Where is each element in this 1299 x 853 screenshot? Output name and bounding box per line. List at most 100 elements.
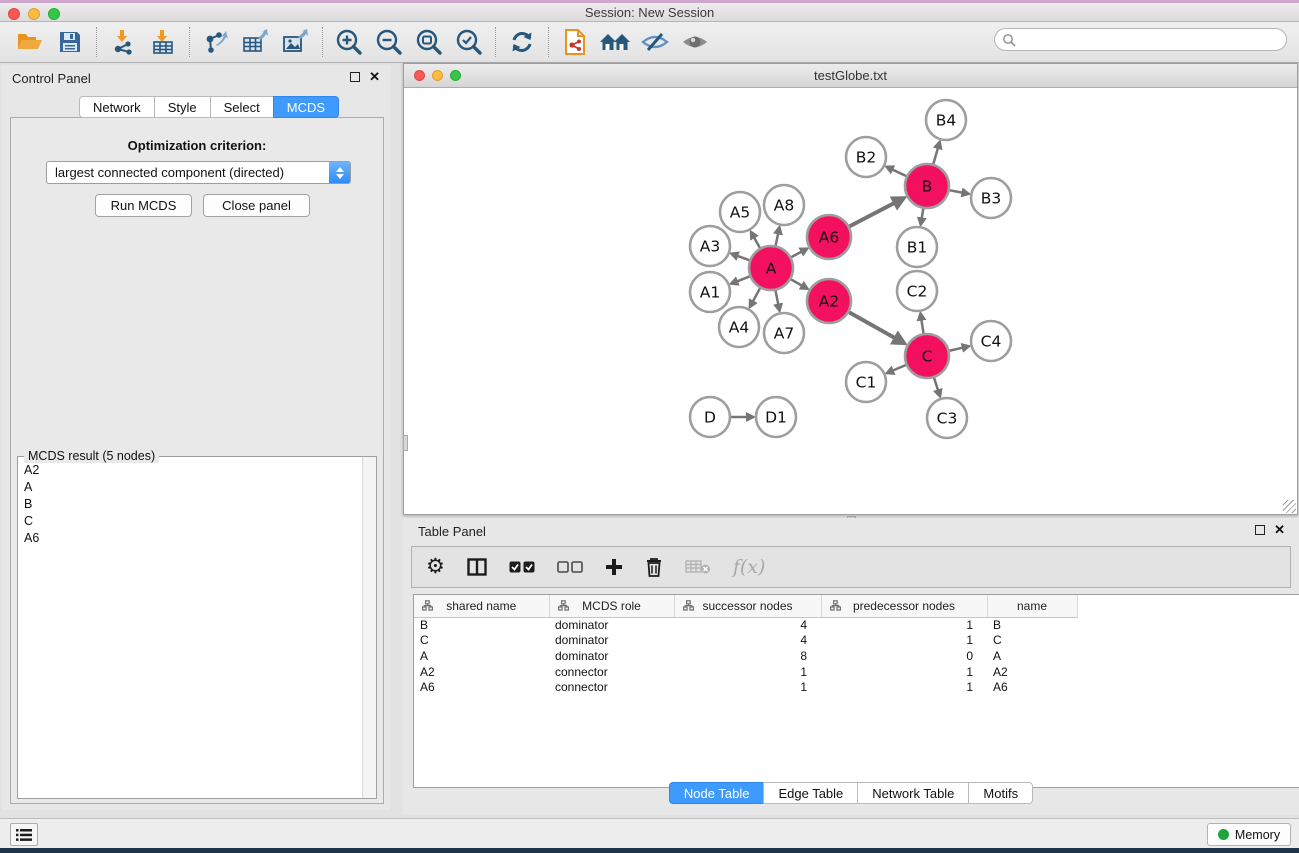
column-header-name[interactable]: name (987, 595, 1077, 617)
select-all-button[interactable] (509, 552, 535, 582)
graph-node-A2[interactable]: A2 (807, 279, 851, 323)
task-history-button[interactable] (10, 823, 38, 846)
splitter-grip-icon[interactable] (403, 435, 408, 451)
edge-A-A8[interactable] (775, 234, 778, 247)
run-mcds-button[interactable]: Run MCDS (95, 194, 192, 217)
graph-node-A8[interactable]: A8 (764, 185, 804, 225)
export-network-button[interactable] (196, 25, 236, 59)
table-row[interactable]: Bdominator41B (414, 617, 1299, 633)
float-table-panel-icon[interactable] (1255, 525, 1265, 535)
edge-C-C4[interactable] (948, 348, 962, 351)
graph-node-B2[interactable]: B2 (846, 137, 886, 177)
graph-node-C3[interactable]: C3 (927, 398, 967, 438)
hide-panel-button[interactable] (635, 25, 675, 59)
graph-node-A6[interactable]: A6 (807, 215, 851, 259)
table-row[interactable]: Adominator80A (414, 648, 1299, 664)
network-window-titlebar[interactable]: testGlobe.txt (404, 64, 1297, 88)
edge-B-B2[interactable] (892, 170, 907, 177)
graph-node-B[interactable]: B (905, 164, 949, 208)
refresh-button[interactable] (502, 25, 542, 59)
close-table-panel-icon[interactable]: ✕ (1274, 524, 1285, 536)
edge-C-C3[interactable] (934, 377, 938, 390)
save-session-button[interactable] (50, 25, 90, 59)
zoom-in-button[interactable] (329, 25, 369, 59)
tab-node-table[interactable]: Node Table (669, 782, 764, 804)
table-row[interactable]: A6connector11A6 (414, 679, 1299, 695)
edge-A-A4[interactable] (753, 287, 761, 301)
graph-node-D[interactable]: D (690, 397, 730, 437)
network-canvas[interactable]: A A1 A2 A3 A4 A5 A6 A7 A8 B B1 B2 B3B4 C C1 C2 C3C4 D D1 (404, 88, 1297, 514)
zoom-out-button[interactable] (369, 25, 409, 59)
edge-A2-C[interactable] (848, 312, 895, 338)
column-header-MCDS-role[interactable]: MCDS role (549, 595, 674, 617)
mcds-result-item[interactable]: B (19, 495, 361, 512)
graph-node-A1[interactable]: A1 (690, 272, 730, 312)
edge-A-A3[interactable] (738, 256, 751, 261)
graph-node-B3[interactable]: B3 (971, 178, 1011, 218)
deselect-all-button[interactable] (557, 552, 583, 582)
column-header-shared-name[interactable]: shared name (414, 595, 549, 617)
tab-mcds[interactable]: MCDS (273, 96, 339, 118)
graph-node-A4[interactable]: A4 (719, 307, 759, 347)
float-panel-icon[interactable] (350, 72, 360, 82)
zoom-fit-button[interactable] (409, 25, 449, 59)
edge-C-C1[interactable] (893, 365, 907, 371)
graph-node-C4[interactable]: C4 (971, 321, 1011, 361)
delete-table-button[interactable] (685, 552, 711, 582)
tab-network[interactable]: Network (79, 96, 154, 118)
edge-A-A7[interactable] (775, 290, 778, 305)
graph-node-B1[interactable]: B1 (897, 227, 937, 267)
mcds-result-item[interactable]: C (19, 512, 361, 529)
open-session-button[interactable] (555, 25, 595, 59)
criterion-dropdown[interactable]: largest connected component (directed) (46, 161, 351, 184)
graph-node-A5[interactable]: A5 (720, 192, 760, 232)
edge-B-B1[interactable] (922, 208, 924, 218)
close-panel-button[interactable]: Close panel (203, 194, 310, 217)
mcds-result-item[interactable]: A2 (19, 461, 361, 478)
graph-node-B4[interactable]: B4 (926, 100, 966, 140)
graph-node-A7[interactable]: A7 (764, 313, 804, 353)
edge-A-A1[interactable] (737, 276, 750, 281)
export-image-button[interactable] (276, 25, 316, 59)
mcds-result-item[interactable]: A (19, 478, 361, 495)
table-row[interactable]: A2connector11A2 (414, 664, 1299, 680)
zoom-selected-button[interactable] (449, 25, 489, 59)
delete-button[interactable] (645, 552, 663, 582)
result-scrollbar[interactable] (362, 457, 376, 798)
graph-node-A[interactable]: A (749, 246, 793, 290)
tab-select[interactable]: Select (210, 96, 273, 118)
export-table-button[interactable] (236, 25, 276, 59)
add-column-button[interactable] (605, 552, 623, 582)
memory-button[interactable]: Memory (1207, 823, 1291, 846)
edge-B-B3[interactable] (949, 190, 963, 193)
settings-gear-button[interactable]: ⚙ (426, 552, 445, 582)
edge-B-B4[interactable] (933, 148, 938, 165)
edge-C-C2[interactable] (921, 320, 923, 334)
column-view-button[interactable] (467, 552, 487, 582)
tab-motifs[interactable]: Motifs (968, 782, 1033, 804)
edge-A-A5[interactable] (754, 238, 760, 249)
table-row[interactable]: Cdominator41C (414, 633, 1299, 649)
graph-node-C[interactable]: C (905, 334, 949, 378)
graph-node-D1[interactable]: D1 (756, 397, 796, 437)
close-panel-icon[interactable]: ✕ (369, 71, 380, 83)
tab-style[interactable]: Style (154, 96, 210, 118)
open-file-button[interactable] (10, 25, 50, 59)
column-header-successor-nodes[interactable]: successor nodes (674, 595, 821, 617)
column-header-predecessor-nodes[interactable]: predecessor nodes (821, 595, 987, 617)
home-button[interactable] (595, 25, 635, 59)
graph-node-A3[interactable]: A3 (690, 226, 730, 266)
function-builder-button[interactable]: f(x) (733, 552, 766, 582)
edge-A-A2[interactable] (790, 279, 802, 286)
tab-edge-table[interactable]: Edge Table (763, 782, 857, 804)
mcds-result-item[interactable]: A6 (19, 529, 361, 546)
edge-A-A6[interactable] (790, 252, 801, 258)
graph-node-C2[interactable]: C2 (897, 271, 937, 311)
import-network-button[interactable] (103, 25, 143, 59)
import-table-button[interactable] (143, 25, 183, 59)
visibility-button[interactable] (675, 25, 715, 59)
tab-network-table[interactable]: Network Table (857, 782, 968, 804)
graph-node-C1[interactable]: C1 (846, 362, 886, 402)
edge-A6-B[interactable] (849, 203, 895, 227)
search-input[interactable] (1016, 31, 1286, 49)
